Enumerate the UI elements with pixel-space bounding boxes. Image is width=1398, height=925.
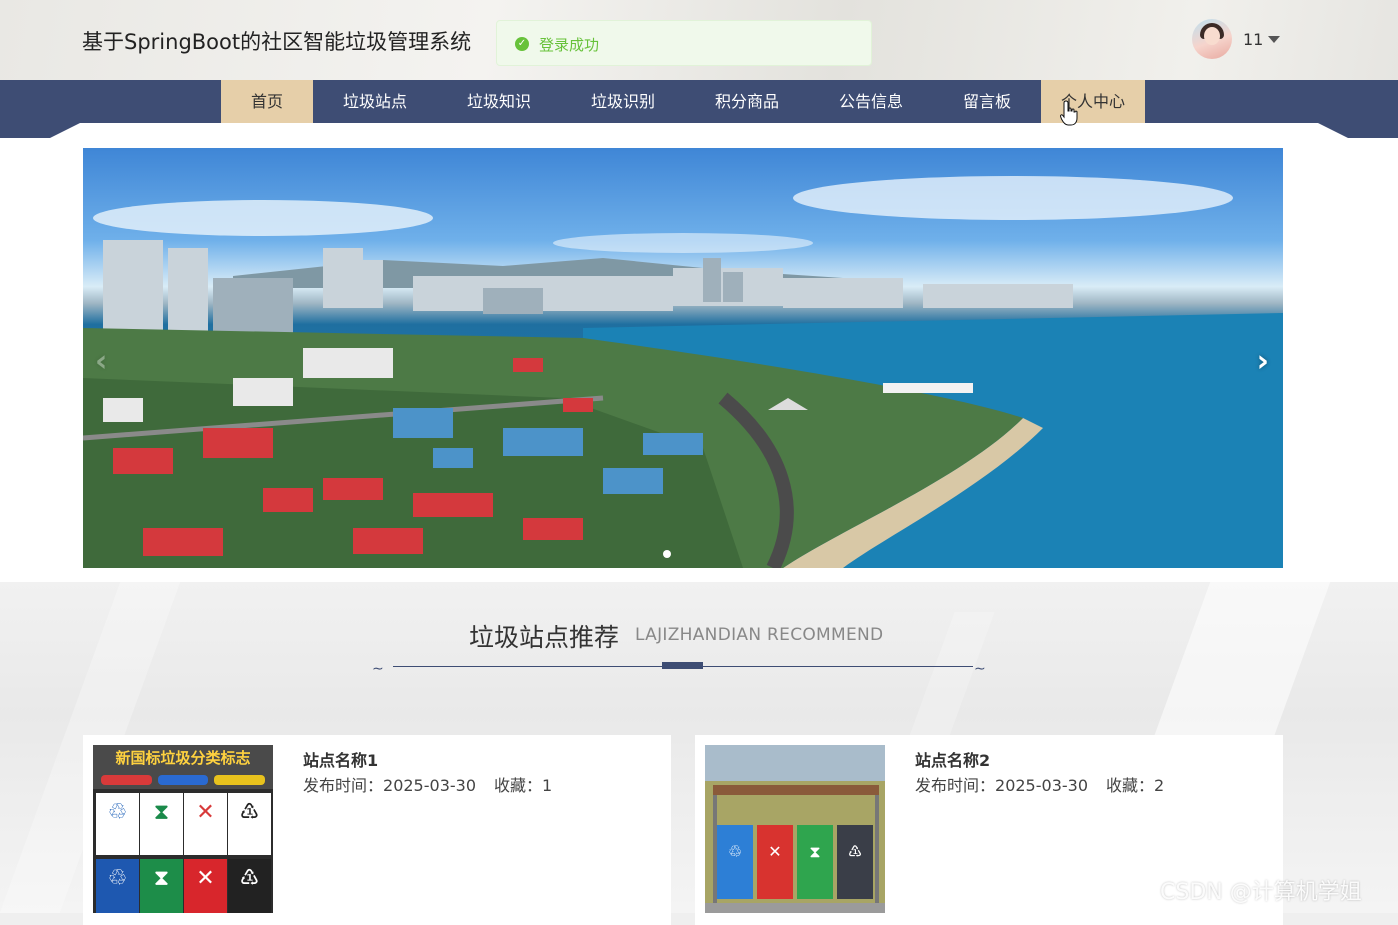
nav-item-profile[interactable]: 个人中心 — [1041, 80, 1145, 123]
nav-item-knowledge[interactable]: 垃圾知识 — [437, 80, 561, 123]
sign-title: 新国标垃圾分类标志 — [115, 749, 251, 767]
hand-cursor-icon — [1060, 100, 1078, 126]
station-card[interactable]: 新国标垃圾分类标志 ♲ ⧗ ✕ ♳ ♲ ⧗ ✕ ♳ 站点名称1 发布时间：202… — [83, 735, 671, 925]
svg-text:⧗: ⧗ — [809, 842, 820, 861]
carousel-indicators[interactable] — [663, 550, 671, 558]
user-name[interactable]: 11 — [1243, 30, 1263, 49]
station-meta: 发布时间：2025-03-30 收藏：1 — [303, 776, 553, 795]
carousel-dot[interactable] — [663, 550, 671, 558]
login-success-toast: ✓ 登录成功 — [496, 20, 872, 66]
recycle-icon: ♲ — [96, 859, 139, 913]
avatar[interactable] — [1192, 19, 1232, 59]
banner-carousel[interactable]: ‹ › — [83, 148, 1283, 568]
toast-message: 登录成功 — [539, 36, 600, 54]
swirl-left-icon: ∼ — [372, 661, 384, 677]
section-divider-mark — [662, 662, 703, 669]
nav-item-recognition[interactable]: 垃圾识别 — [561, 80, 685, 123]
hourglass-icon: ⧗ — [140, 859, 183, 913]
watermark: CSDN @计算机学姐 — [1160, 880, 1362, 905]
station-name[interactable]: 站点名称2 — [915, 747, 990, 771]
other-waste-icon: ♳ — [228, 793, 271, 855]
carousel-next-arrow[interactable]: › — [1257, 344, 1269, 379]
site-title: 基于SpringBoot的社区智能垃圾管理系统 — [82, 30, 472, 54]
svg-text:✕: ✕ — [768, 842, 781, 861]
station-image[interactable]: ♲ ✕ ⧗ ♳ — [705, 745, 885, 913]
swirl-right-icon: ∼ — [974, 661, 986, 677]
nav-item-points-goods[interactable]: 积分商品 — [685, 80, 809, 123]
station-name[interactable]: 站点名称1 — [303, 747, 378, 771]
section-subtitle: LAJIZHANDIAN RECOMMEND — [635, 625, 884, 645]
check-circle-icon: ✓ — [515, 37, 529, 51]
svg-text:♳: ♳ — [848, 842, 862, 861]
nav-item-stations[interactable]: 垃圾站点 — [313, 80, 437, 123]
banner-image — [83, 176, 1283, 568]
nav-item-message-board[interactable]: 留言板 — [933, 80, 1041, 123]
chevron-down-icon[interactable] — [1268, 36, 1280, 43]
station-meta: 发布时间：2025-03-30 收藏：2 — [915, 776, 1165, 795]
hourglass-icon: ⧗ — [140, 793, 183, 855]
nav-item-home[interactable]: 首页 — [221, 80, 313, 123]
main-nav: 首页 垃圾站点 垃圾知识 垃圾识别 积分商品 公告信息 留言板 个人中心 — [0, 80, 1398, 138]
top-header: 基于SpringBoot的社区智能垃圾管理系统 ✓ 登录成功 11 — [0, 0, 1398, 80]
other-waste-icon: ♳ — [228, 859, 271, 913]
carousel-prev-arrow[interactable]: ‹ — [95, 344, 107, 379]
recycle-icon: ♲ — [96, 793, 139, 855]
svg-text:♲: ♲ — [728, 842, 742, 861]
hazard-icon: ✕ — [184, 793, 227, 855]
nav-item-notices[interactable]: 公告信息 — [809, 80, 933, 123]
hazard-icon: ✕ — [184, 859, 227, 913]
section-title: 垃圾站点推荐 — [469, 623, 620, 652]
station-image[interactable]: 新国标垃圾分类标志 ♲ ⧗ ✕ ♳ ♲ ⧗ ✕ ♳ — [93, 745, 273, 913]
